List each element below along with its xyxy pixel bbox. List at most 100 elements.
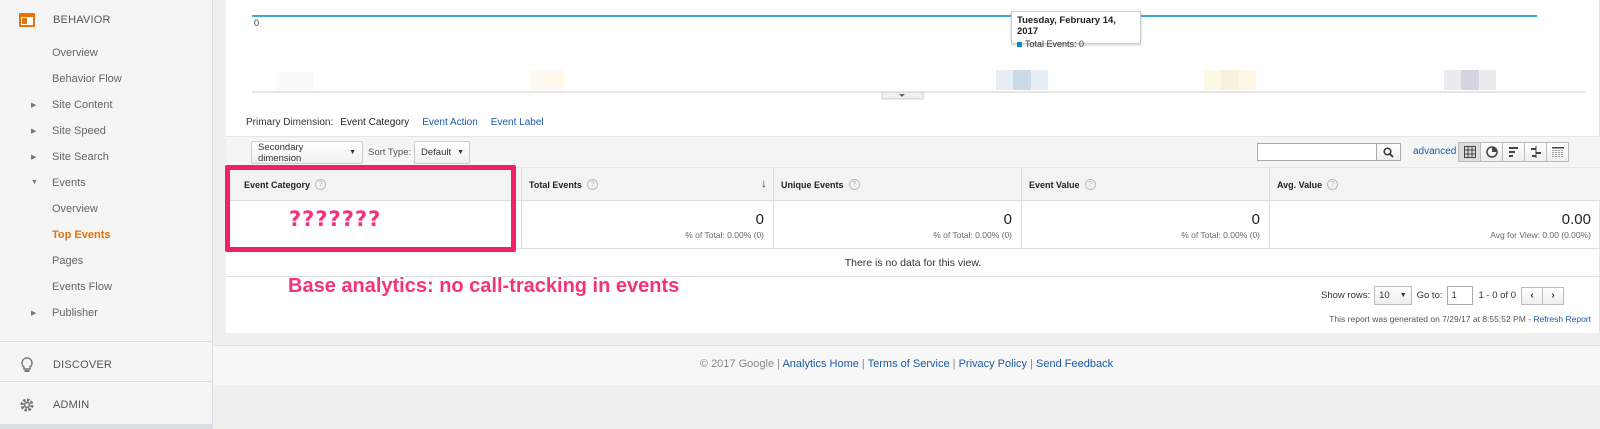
sidebar-item-site-search[interactable]: Site Search (52, 150, 109, 164)
totals-subtext: Avg for View: 0.00 (0.00%) (1490, 230, 1591, 240)
caret-down-icon: ▼ (457, 149, 465, 156)
show-rows-label: Show rows: (1321, 290, 1371, 301)
pie-chart-icon (1485, 146, 1498, 158)
footer-link-terms[interactable]: Terms of Service (868, 358, 950, 370)
column-header-label: Avg. Value (1277, 179, 1323, 190)
footer-copyright: © 2017 Google (699, 358, 775, 370)
caret-down-icon: ▼ (349, 149, 356, 156)
next-page-button[interactable]: › (1542, 286, 1564, 305)
sidebar-item-publisher[interactable]: Publisher (52, 306, 98, 320)
sidebar-section-label: BEHAVIOR (53, 14, 111, 26)
secondary-dimension-select[interactable]: Secondary dimension ▼ (251, 141, 363, 164)
lightbulb-icon (21, 357, 33, 372)
report-generated-text: This report was generated on 7/29/17 at … (1329, 314, 1534, 324)
caret-down-icon: ▼ (1399, 292, 1407, 299)
caret-right-icon[interactable]: ▶ (31, 127, 36, 135)
totals-value: 0.00 (1561, 211, 1591, 228)
sidebar-section-label: DISCOVER (53, 359, 113, 371)
sort-type-value: Default (421, 147, 452, 158)
table-view-button[interactable] (1458, 142, 1481, 162)
y-axis-tick: 0 (254, 18, 260, 28)
goto-label: Go to: (1416, 290, 1443, 301)
sidebar-item-events[interactable]: Events (52, 176, 86, 190)
tooltip-row: Total Events: 0 (1017, 39, 1135, 49)
pivot-icon (1551, 147, 1564, 157)
column-header-total-events[interactable]: Total Events ? ↓ (522, 168, 774, 201)
totals-subtext: % of Total: 0.00% (0) (1181, 230, 1260, 240)
chart-tooltip: Tuesday, February 14, 2017 Total Events:… (1011, 11, 1141, 49)
sort-type-select[interactable]: Default ▼ (414, 141, 470, 164)
column-header-avg-value[interactable]: Avg. Value ? (1270, 168, 1600, 201)
advanced-filter-link[interactable]: advanced (1413, 146, 1456, 157)
chart-expand-handle[interactable] (881, 91, 924, 100)
goto-page-input[interactable]: 1 (1446, 286, 1473, 305)
footer: © 2017 Google | Analytics Home | Terms o… (213, 345, 1600, 385)
search-icon (1383, 146, 1394, 158)
grid-icon (1463, 146, 1476, 158)
footer-link-privacy[interactable]: Privacy Policy (959, 358, 1027, 370)
chevron-right-icon: › (1551, 290, 1555, 301)
refresh-report-link[interactable]: Refresh Report (1533, 314, 1591, 324)
totals-cell-event-value: 0 % of Total: 0.00% (0) (1022, 201, 1270, 249)
table-toolbar: Secondary dimension ▼ Sort Type: Default… (226, 136, 1600, 168)
column-header-unique-events[interactable]: Unique Events ? (774, 168, 1022, 201)
caret-down-icon[interactable]: ▼ (31, 179, 38, 186)
dimension-event-label[interactable]: Event Label (491, 117, 544, 128)
comparison-view-button[interactable] (1524, 142, 1547, 162)
totals-value: 0 (1003, 211, 1012, 228)
pivot-view-button[interactable] (1546, 142, 1569, 162)
sidebar-item-overview[interactable]: Overview (52, 46, 98, 60)
annotation-note: Base analytics: no call-tracking in even… (288, 275, 680, 297)
search-button[interactable] (1377, 143, 1401, 161)
mini-heatmap (275, 70, 1496, 90)
help-icon[interactable]: ? (848, 179, 860, 190)
totals-subtext: % of Total: 0.00% (0) (933, 230, 1012, 240)
help-icon[interactable]: ? (1084, 179, 1096, 190)
totals-cell-total-events: 0 % of Total: 0.00% (0) (522, 201, 774, 249)
pagination: Show rows: 10 ▼ Go to: 1 1 - 0 of 0 ‹ › (1321, 286, 1564, 305)
sidebar-item-events-flow[interactable]: Events Flow (52, 280, 112, 294)
help-icon[interactable]: ? (1327, 179, 1339, 190)
sidebar-item-top-events[interactable]: Top Events (52, 228, 110, 242)
sidebar-divider (0, 341, 213, 342)
sort-descending-icon: ↓ (761, 176, 767, 190)
previous-page-button[interactable]: ‹ (1521, 286, 1543, 305)
sidebar: BEHAVIOR Overview Behavior Flow ▶ Site C… (0, 0, 213, 429)
dimension-event-action[interactable]: Event Action (422, 117, 478, 128)
report-generated-note: This report was generated on 7/29/17 at … (1329, 314, 1591, 324)
dimension-event-category: Event Category (340, 117, 410, 128)
performance-view-button[interactable] (1502, 142, 1525, 162)
help-icon[interactable]: ? (586, 179, 598, 190)
tooltip-date: Tuesday, February 14, 2017 (1017, 15, 1116, 37)
column-header-label: Total Events (529, 179, 582, 190)
sidebar-item-site-content[interactable]: Site Content (52, 98, 113, 112)
totals-value: 0 (755, 211, 764, 228)
annotation-question-marks: ??????? (289, 207, 382, 231)
caret-right-icon[interactable]: ▶ (31, 101, 36, 109)
footer-link-feedback[interactable]: Send Feedback (1036, 358, 1113, 370)
pie-view-button[interactable] (1480, 142, 1503, 162)
table-search-input[interactable] (1257, 143, 1377, 161)
sidebar-item-events-overview[interactable]: Overview (52, 202, 98, 216)
chevron-left-icon: ‹ (1530, 290, 1534, 301)
sidebar-section-behavior[interactable]: BEHAVIOR (0, 10, 213, 30)
footer-link-analytics-home[interactable]: Analytics Home (782, 358, 858, 370)
sidebar-item-pages[interactable]: Pages (52, 254, 83, 268)
column-header-event-value[interactable]: Event Value ? (1022, 168, 1270, 201)
rows-per-page-select[interactable]: 10 ▼ (1374, 286, 1412, 305)
goto-page-value: 1 (1451, 290, 1457, 301)
caret-right-icon[interactable]: ▶ (31, 309, 36, 317)
caret-right-icon[interactable]: ▶ (31, 153, 36, 161)
primary-dimension-row: Primary Dimension: Event Category Event … (246, 117, 557, 128)
rows-per-page-value: 10 (1379, 290, 1390, 301)
sidebar-section-admin[interactable]: ADMIN (0, 395, 213, 415)
sidebar-item-behavior-flow[interactable]: Behavior Flow (52, 72, 122, 86)
sidebar-section-discover[interactable]: DISCOVER (0, 355, 213, 375)
primary-dimension-label: Primary Dimension: (246, 117, 334, 128)
gear-icon (20, 398, 34, 412)
sidebar-item-site-speed[interactable]: Site Speed (52, 124, 106, 138)
sidebar-admin-bar (0, 424, 213, 429)
view-switcher (1458, 142, 1569, 162)
totals-cell-avg-value: 0.00 Avg for View: 0.00 (0.00%) (1270, 201, 1600, 249)
behavior-icon (19, 13, 35, 27)
